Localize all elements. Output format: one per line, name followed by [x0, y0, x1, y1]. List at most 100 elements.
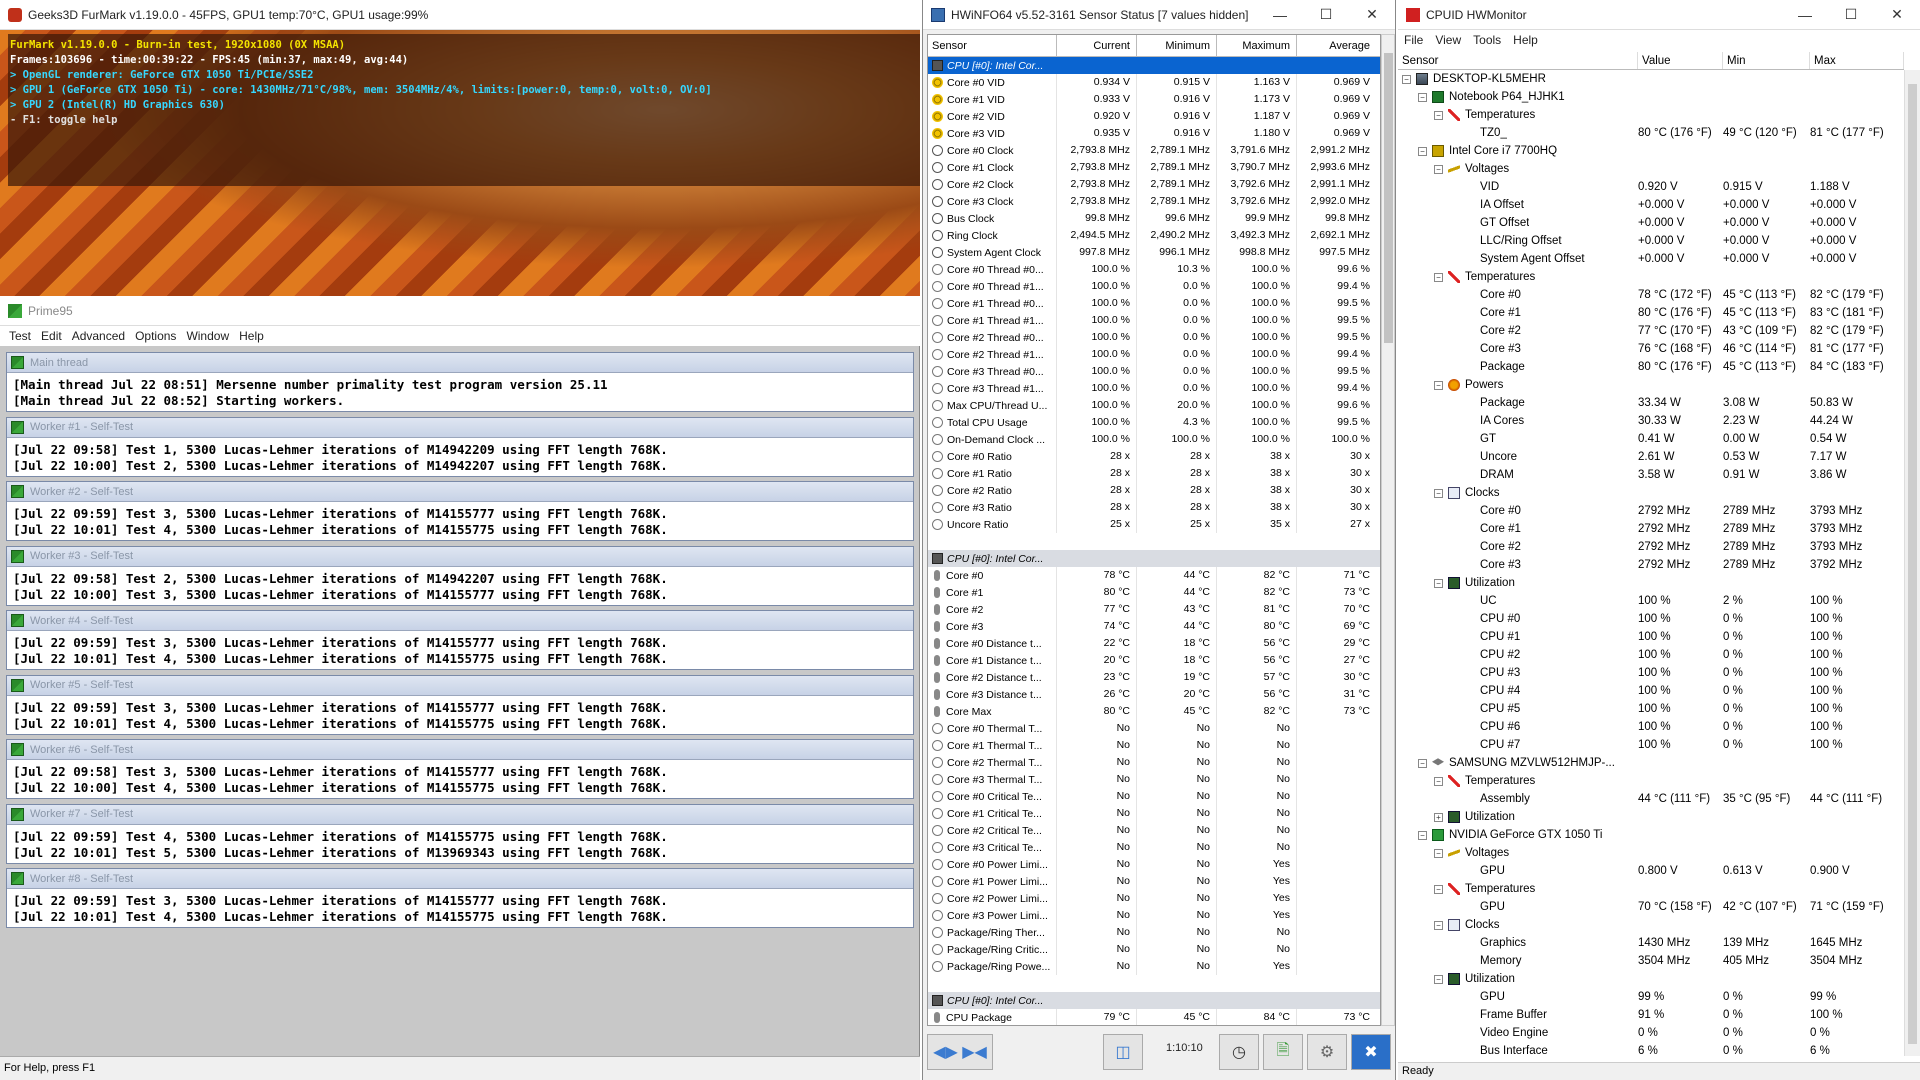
table-row[interactable]: Package/Ring Powe... No No Yes — [928, 958, 1380, 975]
furmark-titlebar[interactable]: Geeks3D FurMark v1.19.0.0 - 45FPS, GPU1 … — [0, 0, 920, 30]
table-row[interactable]: Core #2 Critical Te... No No No — [928, 822, 1380, 839]
collapse-toggle-icon[interactable]: − — [1434, 974, 1443, 984]
sensor-row[interactable]: Core #1 80 °C (176 °F) 45 °C (113 °F) 83 °C… — [1398, 304, 1904, 322]
menu-item-file[interactable]: File — [1404, 33, 1423, 47]
table-row[interactable]: CPU Package 79 °C 45 °C 84 °C 73 °C — [928, 1009, 1380, 1025]
sensor-row[interactable]: Graphics 1430 MHz 139 MHz 1645 MHz — [1398, 934, 1904, 952]
table-row[interactable]: Package/Ring Ther... No No No — [928, 924, 1380, 941]
col-maximum[interactable]: Maximum — [1216, 35, 1296, 56]
sensor-row[interactable]: IA Offset +0.000 V +0.000 V +0.000 V — [1398, 196, 1904, 214]
tree-node[interactable]: − DESKTOP-KL5MEHR — [1398, 70, 1904, 88]
scrollbar-thumb[interactable] — [1908, 84, 1917, 1044]
window-header[interactable]: Worker #3 - Self-Test — [7, 546, 913, 567]
table-row[interactable]: Core #1 Thermal T... No No No — [928, 737, 1380, 754]
collapse-toggle-icon[interactable]: − — [1402, 74, 1411, 84]
menu-item-edit[interactable]: Edit — [38, 329, 69, 343]
window-header[interactable]: Worker #7 - Self-Test — [7, 804, 913, 825]
menu-item-test[interactable]: Test — [6, 329, 38, 343]
sensor-row[interactable]: DRAM 3.58 W 0.91 W 3.86 W — [1398, 466, 1904, 484]
collapse-toggle-icon[interactable]: − — [1418, 830, 1427, 840]
table-row[interactable]: Ring Clock 2,494.5 MHz 2,490.2 MHz 3,492.3 … — [928, 227, 1380, 244]
window-header[interactable]: Worker #5 - Self-Test — [7, 675, 913, 696]
table-row[interactable]: On-Demand Clock ... 100.0 % 100.0 % 100.0 %… — [928, 431, 1380, 448]
table-row[interactable]: Core #0 Clock 2,793.8 MHz 2,789.1 MHz 3,791… — [928, 142, 1380, 159]
tree-node[interactable]: − Utilization — [1398, 574, 1904, 592]
tree-node[interactable]: − Voltages — [1398, 844, 1904, 862]
collapse-toggle-icon[interactable]: − — [1434, 578, 1443, 588]
table-row[interactable]: Core #0 Thread #1... 100.0 % 0.0 % 100.0 % 9… — [928, 278, 1380, 295]
tree-node[interactable]: − NVIDIA GeForce GTX 1050 Ti — [1398, 826, 1904, 844]
sensor-row[interactable]: Core #0 2792 MHz 2789 MHz 3793 MHz — [1398, 502, 1904, 520]
close-icon[interactable]: ✕ — [1349, 0, 1395, 29]
table-row[interactable]: Core #0 VID 0.934 V 0.915 V 1.163 V 0.969 V — [928, 74, 1380, 91]
table-row[interactable]: Core #0 Power Limi... No No Yes — [928, 856, 1380, 873]
table-row[interactable]: Core #2 Clock 2,793.8 MHz 2,789.1 MHz 3,792… — [928, 176, 1380, 193]
network-button[interactable]: ◫ — [1103, 1034, 1143, 1070]
collapse-toggle-icon[interactable]: − — [1418, 146, 1427, 156]
sensor-group-row[interactable]: CPU [#0]: Intel Cor... — [928, 57, 1380, 74]
table-row[interactable]: Core #2 Ratio 28 x 28 x 38 x 30 x — [928, 482, 1380, 499]
table-row[interactable]: Core #3 Power Limi... No No Yes — [928, 907, 1380, 924]
col-min[interactable]: Min — [1723, 52, 1810, 69]
menu-item-tools[interactable]: Tools — [1473, 33, 1501, 47]
table-row[interactable]: Total CPU Usage 100.0 % 4.3 % 100.0 % 99.5 % — [928, 414, 1380, 431]
window-header[interactable]: Worker #4 - Self-Test — [7, 611, 913, 631]
col-minimum[interactable]: Minimum — [1136, 35, 1216, 56]
hwmonitor-tree[interactable]: − DESKTOP-KL5MEHR − Notebook P64_HJHK1− Temp… — [1398, 70, 1904, 1058]
sensor-row[interactable]: Frame Buffer 91 % 0 % 100 % — [1398, 1006, 1904, 1024]
collapse-toggle-icon[interactable]: − — [1434, 884, 1443, 894]
worker-window[interactable]: Worker #3 - Self-Test [Jul 22 09:58] Test… — [6, 545, 914, 606]
collapse-toggle-icon[interactable]: − — [1434, 848, 1443, 858]
tree-node[interactable]: − Intel Core i7 7700HQ — [1398, 142, 1904, 160]
tree-node[interactable]: − Powers — [1398, 376, 1904, 394]
sensor-row[interactable]: CPU #4 100 % 0 % 100 % — [1398, 682, 1904, 700]
sensor-row[interactable]: CPU #6 100 % 0 % 100 % — [1398, 718, 1904, 736]
sensor-row[interactable]: Package 33.34 W 3.08 W 50.83 W — [1398, 394, 1904, 412]
table-row[interactable]: Uncore Ratio 25 x 25 x 35 x 27 x — [928, 516, 1380, 533]
tree-node[interactable]: − Voltages — [1398, 160, 1904, 178]
table-row[interactable]: Core #3 74 °C 44 °C 80 °C 69 °C — [928, 618, 1380, 635]
table-row[interactable]: Core #0 Distance t... 22 °C 18 °C 56 °C 29 °… — [928, 635, 1380, 652]
menu-item-options[interactable]: Options — [132, 329, 183, 343]
minimize-icon[interactable]: — — [1257, 0, 1303, 29]
sensor-row[interactable]: System Agent Offset +0.000 V +0.000 V +0.00… — [1398, 250, 1904, 268]
table-row[interactable]: Core #1 Critical Te... No No No — [928, 805, 1380, 822]
tree-node[interactable]: − Clocks — [1398, 484, 1904, 502]
window-header[interactable]: Worker #6 - Self-Test — [7, 740, 913, 760]
collapse-toggle-icon[interactable]: − — [1434, 272, 1443, 282]
sensor-row[interactable]: IA Cores 30.33 W 2.23 W 44.24 W — [1398, 412, 1904, 430]
table-row[interactable]: Max CPU/Thread U... 100.0 % 20.0 % 100.0 % 9… — [928, 397, 1380, 414]
window-header[interactable]: Main thread — [7, 353, 913, 373]
scrollbar-thumb[interactable] — [1384, 53, 1393, 343]
reset-clock-button[interactable]: ◷ — [1219, 1034, 1259, 1070]
table-row[interactable]: Core #0 Thread #0... 100.0 % 10.3 % 100.0 %… — [928, 261, 1380, 278]
worker-window[interactable]: Worker #4 - Self-Test [Jul 22 09:59] Test… — [6, 610, 914, 670]
expand-toggle-icon[interactable]: + — [1434, 812, 1443, 822]
sensor-row[interactable]: Core #2 2792 MHz 2789 MHz 3793 MHz — [1398, 538, 1904, 556]
sensor-row[interactable]: Memory 3504 MHz 405 MHz 3504 MHz — [1398, 952, 1904, 970]
table-row[interactable]: Core #1 VID 0.933 V 0.916 V 1.173 V 0.969 V — [928, 91, 1380, 108]
table-row[interactable]: Core #3 Thread #0... 100.0 % 0.0 % 100.0 % 9… — [928, 363, 1380, 380]
menu-item-help[interactable]: Help — [236, 329, 271, 343]
collapse-toggle-icon[interactable]: − — [1434, 164, 1443, 174]
menu-item-view[interactable]: View — [1435, 33, 1461, 47]
minimize-icon[interactable]: — — [1782, 0, 1828, 29]
sensor-row[interactable]: GT Offset +0.000 V +0.000 V +0.000 V — [1398, 214, 1904, 232]
sensor-row[interactable]: GPU 70 °C (158 °F) 42 °C (107 °F) 71 °C (15… — [1398, 898, 1904, 916]
col-average[interactable]: Average — [1296, 35, 1376, 56]
table-row[interactable]: Core #0 Ratio 28 x 28 x 38 x 30 x — [928, 448, 1380, 465]
tree-node[interactable]: − Clocks — [1398, 916, 1904, 934]
sensor-row[interactable]: CPU #2 100 % 0 % 100 % — [1398, 646, 1904, 664]
col-max[interactable]: Max — [1810, 52, 1904, 69]
window-header[interactable]: Worker #8 - Self-Test — [7, 869, 913, 889]
sensor-row[interactable]: Core #0 78 °C (172 °F) 45 °C (113 °F) 82 °C… — [1398, 286, 1904, 304]
window-header[interactable]: Worker #1 - Self-Test — [7, 417, 913, 438]
table-row[interactable]: Core #2 Thread #0... 100.0 % 0.0 % 100.0 % 9… — [928, 329, 1380, 346]
hwinfo-scrollbar[interactable] — [1381, 34, 1395, 1026]
sensor-group-row[interactable]: CPU [#0]: Intel Cor... — [928, 992, 1380, 1009]
table-row[interactable]: Core #2 VID 0.920 V 0.916 V 1.187 V 0.969 V — [928, 108, 1380, 125]
sensor-row[interactable]: CPU #7 100 % 0 % 100 % — [1398, 736, 1904, 754]
sensor-row[interactable]: CPU #3 100 % 0 % 100 % — [1398, 664, 1904, 682]
sensor-row[interactable]: Core #3 76 °C (168 °F) 46 °C (114 °F) 81 °C… — [1398, 340, 1904, 358]
table-row[interactable]: System Agent Clock 997.8 MHz 996.1 MHz 998.… — [928, 244, 1380, 261]
